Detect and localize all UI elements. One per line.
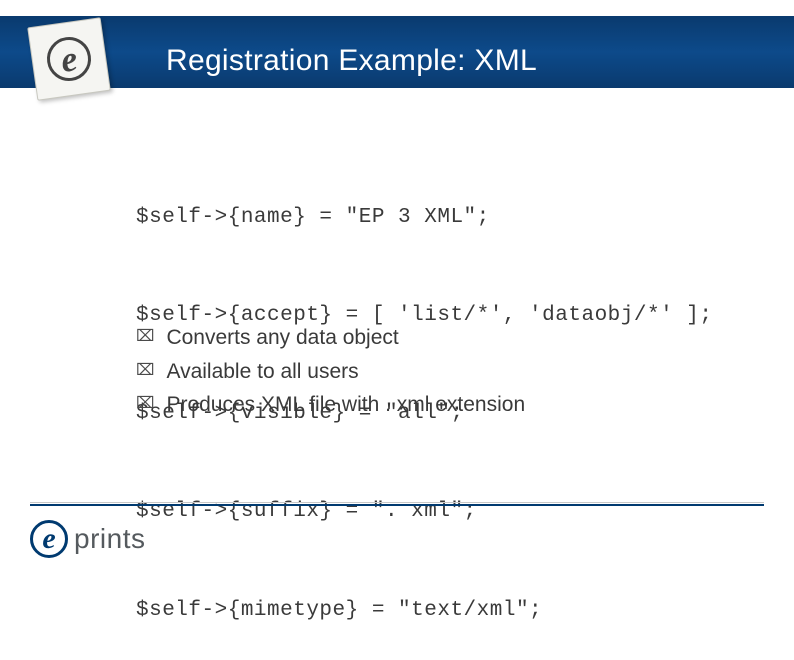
- logo-tile-icon: e: [27, 17, 111, 101]
- footer-logo-e-icon: e: [30, 520, 68, 558]
- bullet-list: ⌧ Converts any data object ⌧ Available t…: [136, 322, 525, 423]
- bullet-text: Converts any data object: [166, 322, 398, 354]
- bullet-text: Available to all users: [166, 356, 358, 388]
- code-line: $self->{name} = "EP 3 XML";: [136, 202, 713, 235]
- list-item: ⌧ Converts any data object: [136, 322, 525, 354]
- logo-letter: e: [44, 34, 94, 84]
- bullet-icon: ⌧: [136, 389, 154, 419]
- footer-divider: [30, 502, 764, 506]
- bullet-icon: ⌧: [136, 322, 154, 352]
- bullet-icon: ⌧: [136, 356, 154, 386]
- footer-logo: e prints: [30, 520, 145, 558]
- code-line: $self->{mimetype} = "text/xml";: [136, 595, 713, 628]
- header-band: e Registration Example: XML: [0, 16, 794, 88]
- list-item: ⌧ Available to all users: [136, 356, 525, 388]
- footer-logo-text: prints: [74, 523, 145, 555]
- list-item: ⌧ Produces XML file with . xml extension: [136, 389, 525, 421]
- page-title: Registration Example: XML: [166, 44, 537, 78]
- bullet-text: Produces XML file with . xml extension: [166, 389, 525, 421]
